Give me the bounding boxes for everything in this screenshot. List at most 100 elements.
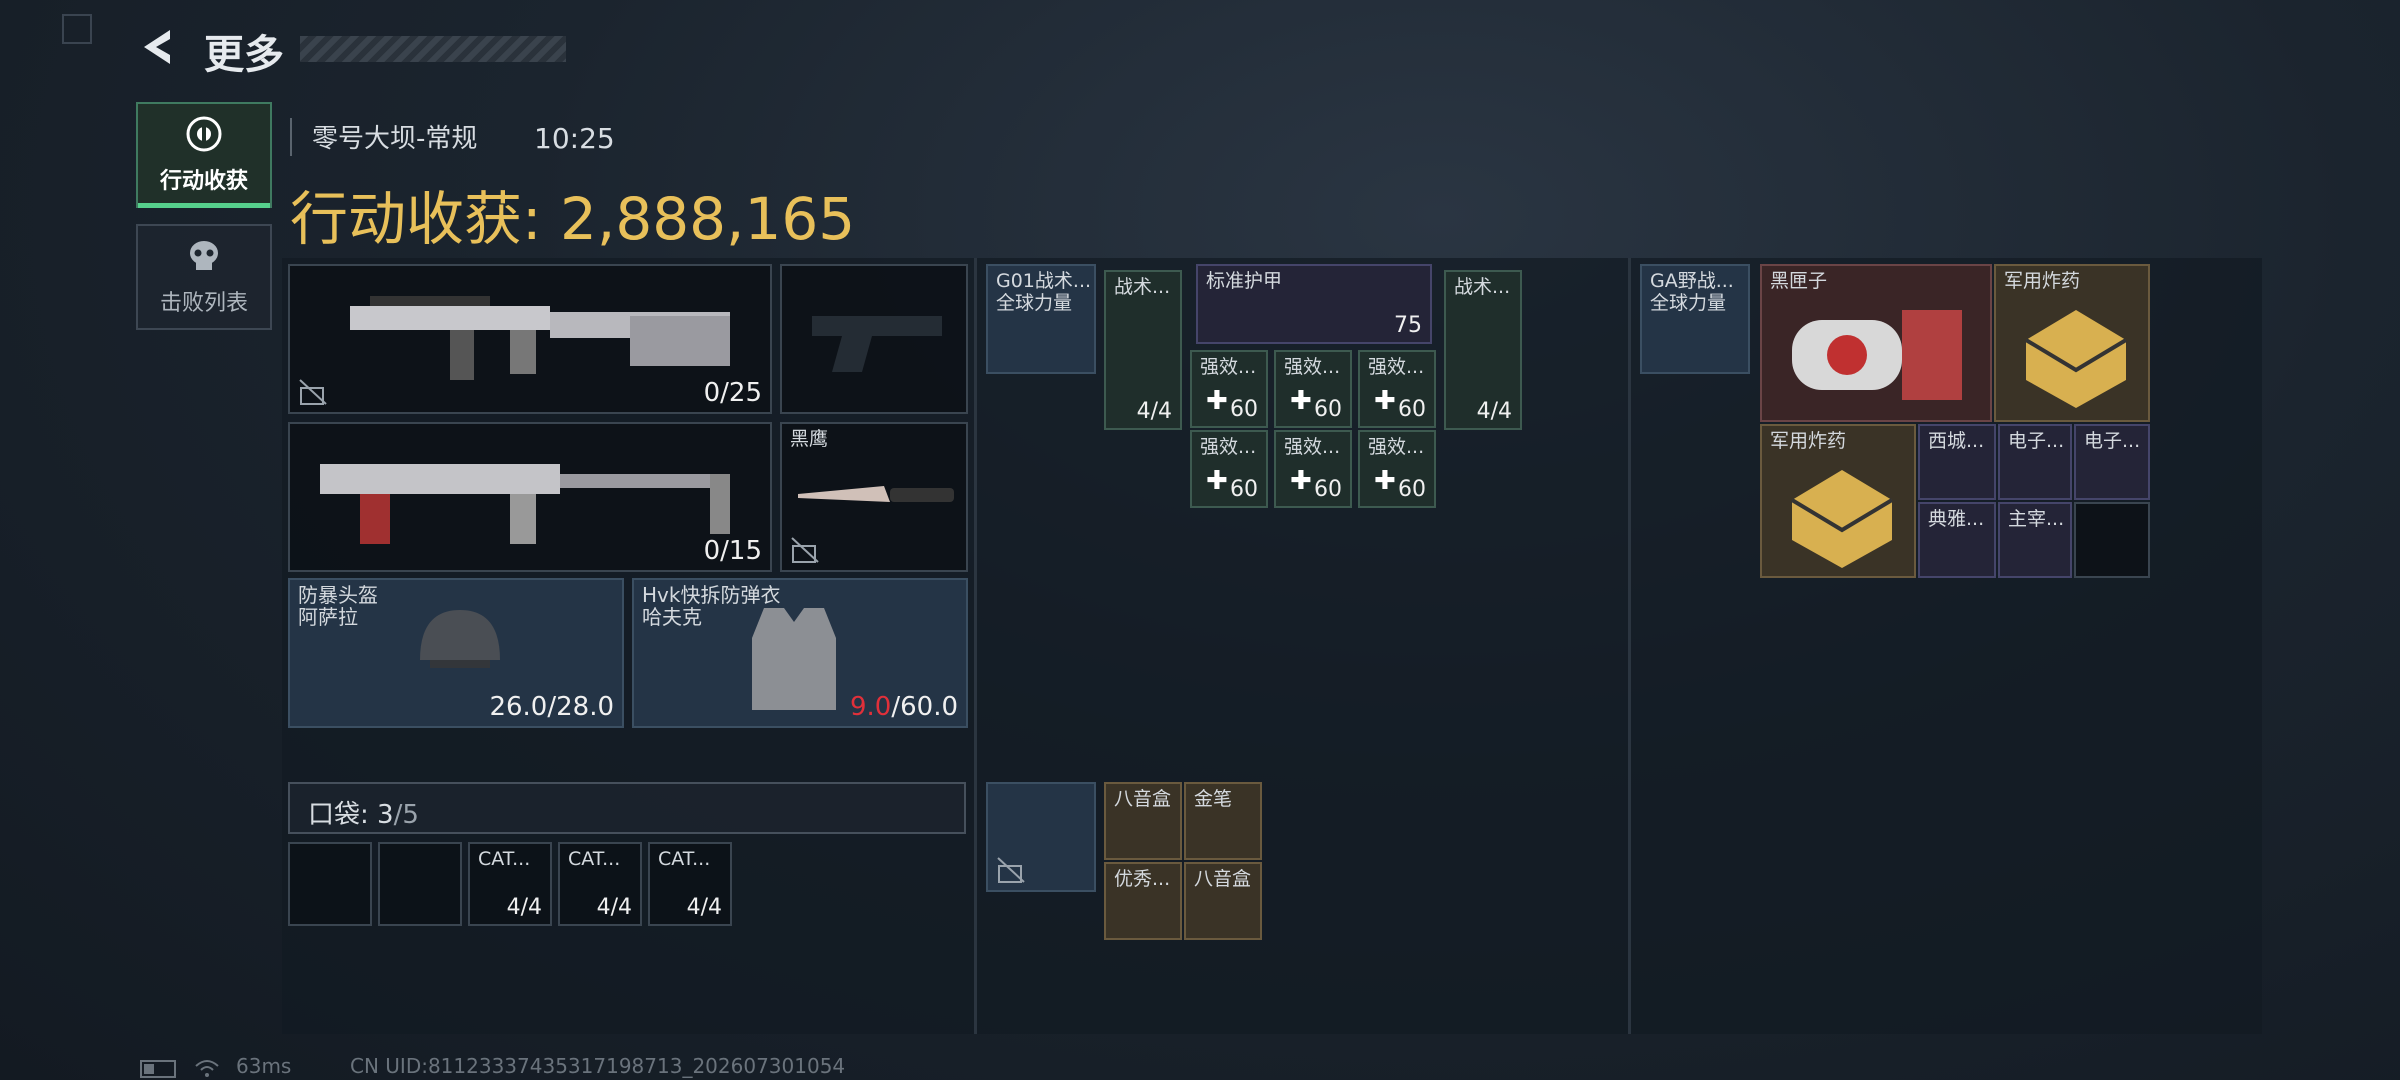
pouch-item[interactable]: 八音盒 xyxy=(1184,862,1262,940)
pocket-slot[interactable]: CAT... 4/4 xyxy=(648,842,732,926)
smg-icon xyxy=(320,464,730,544)
unlocked-icon xyxy=(299,379,327,405)
backpack-item[interactable]: 典雅... xyxy=(1918,502,1996,578)
ammo-count: 0/15 xyxy=(703,536,762,566)
item-name: 黑鹰 xyxy=(790,428,829,450)
item-name: 强效... xyxy=(1284,436,1341,458)
backpack-name: GA野战... xyxy=(1650,270,1734,292)
panel-divider xyxy=(974,258,977,1034)
backpack-item[interactable]: 电子... xyxy=(2074,424,2150,500)
item-count: 4/4 xyxy=(1136,399,1172,424)
syringe-slot[interactable]: 强效... ✚ 60 xyxy=(1274,430,1352,508)
back-arrow-icon[interactable] xyxy=(136,24,182,70)
item-name: G01战术... 全球力量 xyxy=(996,270,1091,314)
medkit-slot[interactable]: 战术... 4/4 xyxy=(1444,270,1522,430)
pistol-slot-empty[interactable] xyxy=(780,264,968,414)
item-name: 强效... xyxy=(1200,436,1257,458)
pistol-icon xyxy=(812,316,942,372)
durability: 9.0/60.0 xyxy=(850,692,958,722)
item-name: GA野战... 全球力量 xyxy=(1650,270,1734,314)
armor-plate-slot[interactable]: 标准护甲 75 xyxy=(1196,264,1432,344)
match-time: 10:25 xyxy=(534,122,615,155)
item-name: 军用炸药 xyxy=(1770,430,1847,452)
item-name: 强效... xyxy=(1284,356,1341,378)
rifle-icon xyxy=(350,296,730,380)
item-name: 标准护甲 xyxy=(1206,270,1283,292)
plus-icon: ✚ xyxy=(1290,386,1312,416)
item-name: 黑匣子 xyxy=(1770,270,1828,292)
plus-icon: ✚ xyxy=(1206,466,1228,496)
panel-divider xyxy=(1628,258,1631,1034)
syringe-slot[interactable]: 强效... ✚ 60 xyxy=(1274,350,1352,428)
pocket-slot-empty[interactable] xyxy=(378,842,462,926)
pouch-item[interactable]: 八音盒 xyxy=(1104,782,1182,860)
uid-text: CN UID:8112333743531719871​3_20260730105… xyxy=(350,1054,846,1078)
item-name: 强效... xyxy=(1368,356,1425,378)
tab-label: 行动收获 xyxy=(159,169,248,194)
item-name: 西城... xyxy=(1928,430,1985,452)
item-count: 4/4 xyxy=(1476,399,1512,424)
item-name: 金笔 xyxy=(1194,788,1233,810)
backpack-item[interactable]: 主宰... xyxy=(1998,502,2072,578)
pocket-slot[interactable]: CAT... 4/4 xyxy=(468,842,552,926)
item-value: 60 xyxy=(1314,397,1342,422)
durability: 26.0/28.0 xyxy=(489,692,614,722)
tab-label: 击败列表 xyxy=(159,291,248,316)
item-name: 强效... xyxy=(1368,436,1425,458)
pouch-item[interactable]: 金笔 xyxy=(1184,782,1262,860)
unlocked-icon xyxy=(997,857,1025,883)
item-name: 防暴头盔 阿萨拉 xyxy=(298,584,378,628)
item-value: 60 xyxy=(1230,477,1258,502)
backpack-item[interactable]: 黑匣子 xyxy=(1760,264,1992,422)
body-armor-slot[interactable]: Hvk快拆防弹衣 哈夫克 9.0/60.0 xyxy=(632,578,968,728)
helmet-slot[interactable]: 防暴头盔 阿萨拉 26.0/28.0 xyxy=(288,578,624,728)
pocket-slot[interactable]: CAT... 4/4 xyxy=(558,842,642,926)
syringe-slot[interactable]: 强效... ✚ 60 xyxy=(1190,350,1268,428)
backpack-slot[interactable]: GA野战... 全球力量 xyxy=(1640,264,1750,374)
item-name: 军用炸药 xyxy=(2004,270,2081,292)
pocket-label: 口袋: xyxy=(308,800,369,830)
item-value: 60 xyxy=(1230,397,1258,422)
plus-icon: ✚ xyxy=(1374,386,1396,416)
item-name: 电子... xyxy=(2084,430,2141,452)
pocket-bar: 口袋: 3/5 xyxy=(288,782,966,834)
item-name: CAT... xyxy=(568,848,621,870)
helmet-brand: 阿萨拉 xyxy=(298,605,358,629)
plus-icon: ✚ xyxy=(1374,466,1396,496)
secondary-weapon-slot[interactable]: 0/15 xyxy=(288,422,772,572)
durability-max: /60.0 xyxy=(891,692,958,722)
item-name: 战术... xyxy=(1114,276,1171,298)
pouch-item[interactable]: 优秀... xyxy=(1104,862,1182,940)
title-stripe-decor xyxy=(300,36,566,62)
backpack-item[interactable]: 电子... xyxy=(1998,424,2072,500)
item-name: 电子... xyxy=(2008,430,2065,452)
helmet-icon xyxy=(420,610,500,668)
pocket-slot-empty[interactable] xyxy=(288,842,372,926)
plus-icon: ✚ xyxy=(1290,466,1312,496)
backpack-item[interactable]: 西城... xyxy=(1918,424,1996,500)
item-name: 典雅... xyxy=(1928,508,1985,530)
pocket-total: /5 xyxy=(393,800,419,830)
syringe-slot[interactable]: 强效... ✚ 60 xyxy=(1190,430,1268,508)
page-title: 更多 xyxy=(204,32,284,78)
melee-slot[interactable]: 黑鹰 xyxy=(780,422,968,572)
backpack-item[interactable]: 军用炸药 xyxy=(1760,424,1916,578)
item-count: 4/4 xyxy=(596,895,632,920)
wifi-icon xyxy=(195,1060,219,1077)
tab-operation-gain[interactable]: 行动收获 xyxy=(136,102,272,208)
syringe-slot[interactable]: 强效... ✚ 60 xyxy=(1358,430,1436,508)
backpack-slot-empty[interactable] xyxy=(2074,502,2150,578)
tab-kill-list[interactable]: 击败列表 xyxy=(136,224,272,330)
backpack-item[interactable]: 军用炸药 xyxy=(1994,264,2150,422)
medkit-slot[interactable]: 战术... 4/4 xyxy=(1104,270,1182,430)
syringe-slot[interactable]: 强效... ✚ 60 xyxy=(1358,350,1436,428)
item-name: 八音盒 xyxy=(1114,788,1172,810)
item-name: 战术... xyxy=(1454,276,1511,298)
safe-box-slot[interactable] xyxy=(986,782,1096,892)
chest-rig-slot[interactable]: G01战术... 全球力量 xyxy=(986,264,1096,374)
primary-weapon-slot[interactable]: 0/25 xyxy=(288,264,772,414)
helmet-name: 防暴头盔 xyxy=(298,583,378,607)
map-name: 零号大坝-常规 xyxy=(290,118,477,156)
battery-icon xyxy=(140,1060,176,1078)
armor-value: 75 xyxy=(1394,313,1422,338)
